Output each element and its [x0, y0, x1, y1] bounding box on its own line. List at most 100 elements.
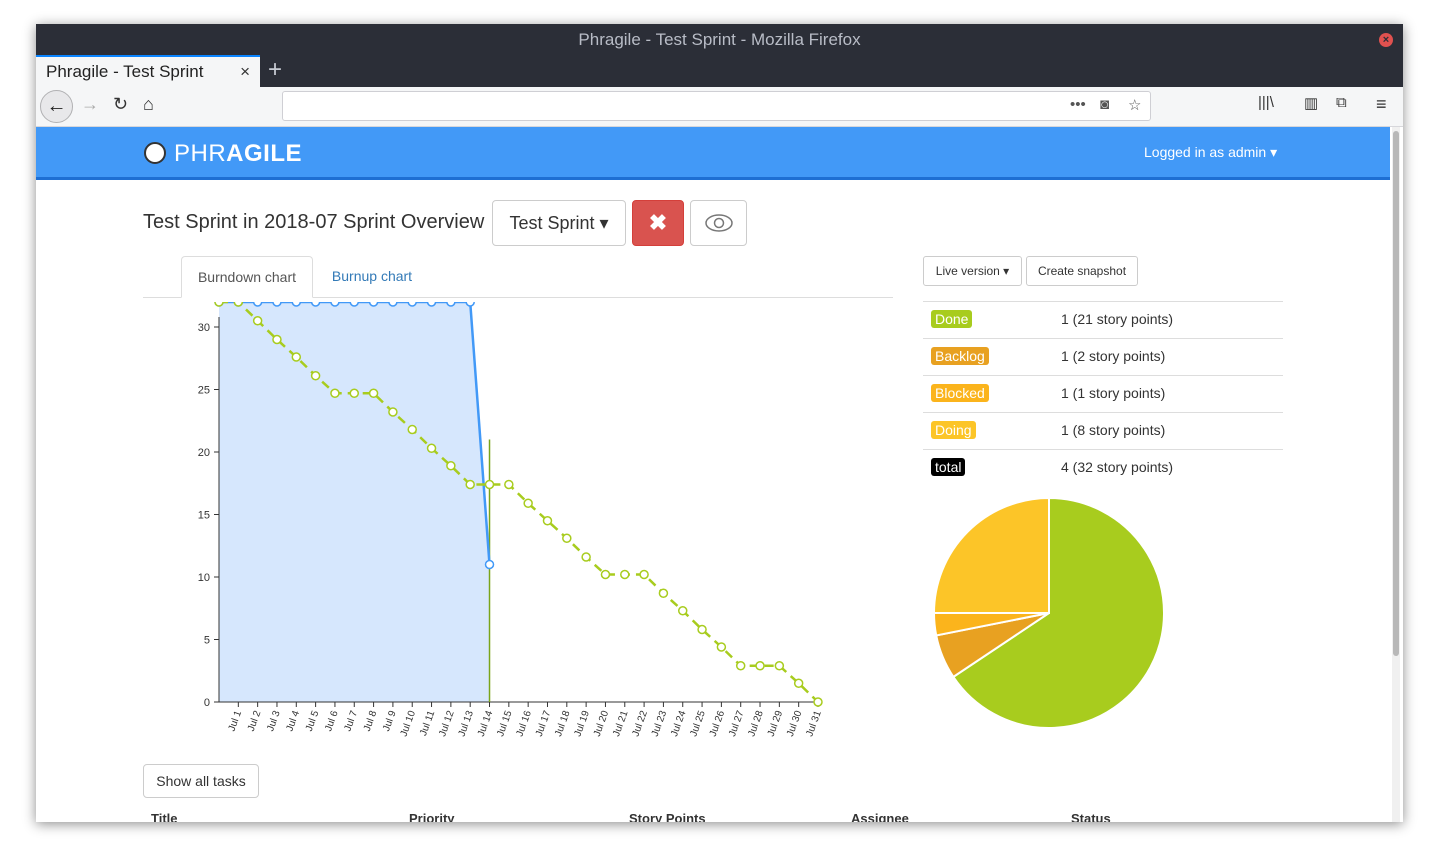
actual-point	[291, 302, 302, 307]
y-tick-label: 30	[198, 322, 210, 334]
pocket-icon[interactable]: ◙	[1100, 96, 1109, 113]
forward-arrow-icon[interactable]: →	[81, 94, 99, 115]
status-badge: Backlog	[931, 347, 989, 365]
ideal-point	[233, 302, 244, 307]
x-tick-label: Jul 31	[804, 709, 824, 738]
create-snapshot-button[interactable]: Create snapshot	[1026, 256, 1138, 286]
tab-burnup-chart[interactable]: Burnup chart	[318, 256, 426, 298]
x-tick-label: Jul 21	[611, 709, 631, 738]
ideal-point	[407, 424, 417, 435]
status-badge: Blocked	[931, 384, 989, 402]
actual-point	[349, 302, 360, 307]
ideal-point	[446, 461, 456, 471]
ideal-point	[465, 479, 475, 490]
page-actions-icon[interactable]: •••	[1070, 96, 1086, 113]
page-scrollbar[interactable]	[1392, 127, 1400, 822]
ideal-point	[504, 479, 514, 490]
actual-point	[388, 302, 398, 307]
table-header-assignee[interactable]: Assignee	[851, 811, 909, 822]
ideal-point	[349, 388, 360, 398]
ideal-point	[697, 624, 707, 635]
status-summary-table: Done 1 (21 story points) Backlog 1 (2 st…	[923, 301, 1283, 486]
status-badge: Done	[931, 310, 973, 328]
ideal-point	[484, 479, 495, 490]
ideal-point	[581, 552, 591, 562]
scrollbar-thumb[interactable]	[1393, 131, 1399, 656]
show-all-tasks-button[interactable]: Show all tasks	[143, 764, 259, 798]
y-tick-label: 10	[198, 572, 210, 584]
ideal-point	[426, 443, 437, 453]
watch-button[interactable]	[690, 200, 747, 246]
app-logo[interactable]: PHRAGILE	[174, 140, 302, 168]
tab-burndown-chart[interactable]: Burndown chart	[181, 256, 313, 298]
x-tick-label: Jul 11	[418, 709, 437, 738]
live-version-label: Live version	[935, 264, 1000, 278]
burndown-area	[219, 302, 490, 702]
ideal-point	[716, 642, 727, 652]
tab-title: Phragile - Test Sprint	[46, 62, 204, 81]
x-tick-label: Jul 20	[592, 709, 612, 738]
new-tab-icon[interactable]: +	[268, 56, 282, 84]
user-menu-label: Logged in as admin	[1144, 144, 1267, 160]
logo-light: PHR	[174, 140, 227, 167]
table-header-story-points[interactable]: Story Points	[629, 811, 706, 822]
table-header-priority[interactable]: Priority	[409, 811, 455, 822]
menu-icon[interactable]: ≡	[1376, 94, 1387, 115]
x-tick-label: Jul 18	[553, 709, 573, 738]
status-row-blocked: Blocked 1 (1 story points)	[923, 375, 1283, 412]
ideal-point	[639, 569, 649, 580]
url-bar[interactable]: ••• ◙ ☆	[282, 91, 1151, 121]
y-tick-label: 15	[198, 510, 210, 522]
actual-point	[426, 302, 437, 307]
phragile-logo-icon[interactable]	[144, 142, 166, 164]
x-tick-label: Jul 19	[572, 709, 592, 738]
status-badge: total	[931, 458, 966, 476]
delete-sprint-button[interactable]: ✖	[632, 200, 684, 246]
reload-icon[interactable]: ↻	[113, 94, 128, 115]
actual-point	[465, 302, 475, 307]
ideal-point	[658, 588, 669, 598]
home-icon[interactable]: ⌂	[143, 94, 154, 115]
ideal-point	[677, 606, 688, 616]
x-tick-label: Jul 6	[323, 709, 341, 733]
close-icon: ✖	[648, 210, 668, 235]
tab-close-icon[interactable]: ×	[240, 62, 250, 82]
x-tick-label: Jul 5	[304, 709, 322, 733]
library-icon[interactable]: |||\	[1258, 94, 1274, 111]
status-count: 1 (21 story points)	[1061, 311, 1174, 327]
table-header-title[interactable]: Title	[151, 811, 178, 822]
actual-point	[484, 559, 495, 570]
window-titlebar: Phragile - Test Sprint - Mozilla Firefox…	[36, 24, 1403, 55]
x-tick-label: Jul 25	[688, 709, 708, 738]
window-close-icon[interactable]: ×	[1379, 33, 1393, 47]
ideal-point	[214, 302, 224, 307]
ideal-point	[310, 371, 321, 381]
sidebar-icon[interactable]: ▥	[1304, 94, 1318, 112]
ideal-point	[523, 498, 533, 508]
y-tick-label: 5	[204, 635, 210, 647]
x-tick-label: Jul 1	[227, 709, 245, 733]
status-row-doing: Doing 1 (8 story points)	[923, 412, 1283, 449]
table-header-status[interactable]: Status	[1071, 811, 1111, 822]
back-arrow-icon[interactable]: ←	[40, 90, 73, 123]
ideal-point	[291, 352, 302, 362]
ideal-point	[600, 569, 611, 580]
x-tick-label: Jul 27	[727, 709, 747, 738]
sprint-dropdown[interactable]: Test Sprint ▾	[492, 200, 626, 246]
ideal-point	[813, 697, 823, 707]
live-version-dropdown[interactable]: Live version ▾	[923, 256, 1022, 286]
browser-tab[interactable]: Phragile - Test Sprint ×	[36, 55, 260, 87]
browser-window: Phragile - Test Sprint - Mozilla Firefox…	[36, 24, 1403, 822]
ideal-point	[755, 661, 765, 671]
user-menu[interactable]: Logged in as admin ▾	[1144, 144, 1277, 161]
x-tick-label: Jul 22	[630, 709, 650, 738]
x-tick-label: Jul 10	[399, 709, 419, 738]
x-tick-label: Jul 23	[650, 709, 670, 738]
actual-point	[407, 302, 417, 307]
screenshot-icon[interactable]: ⧉	[1336, 94, 1347, 111]
sprint-dropdown-label: Test Sprint	[509, 213, 595, 233]
status-row-backlog: Backlog 1 (2 story points)	[923, 338, 1283, 375]
status-count: 1 (1 story points)	[1061, 385, 1166, 401]
bookmark-star-icon[interactable]: ☆	[1128, 96, 1141, 114]
x-tick-label: Jul 14	[476, 709, 496, 738]
